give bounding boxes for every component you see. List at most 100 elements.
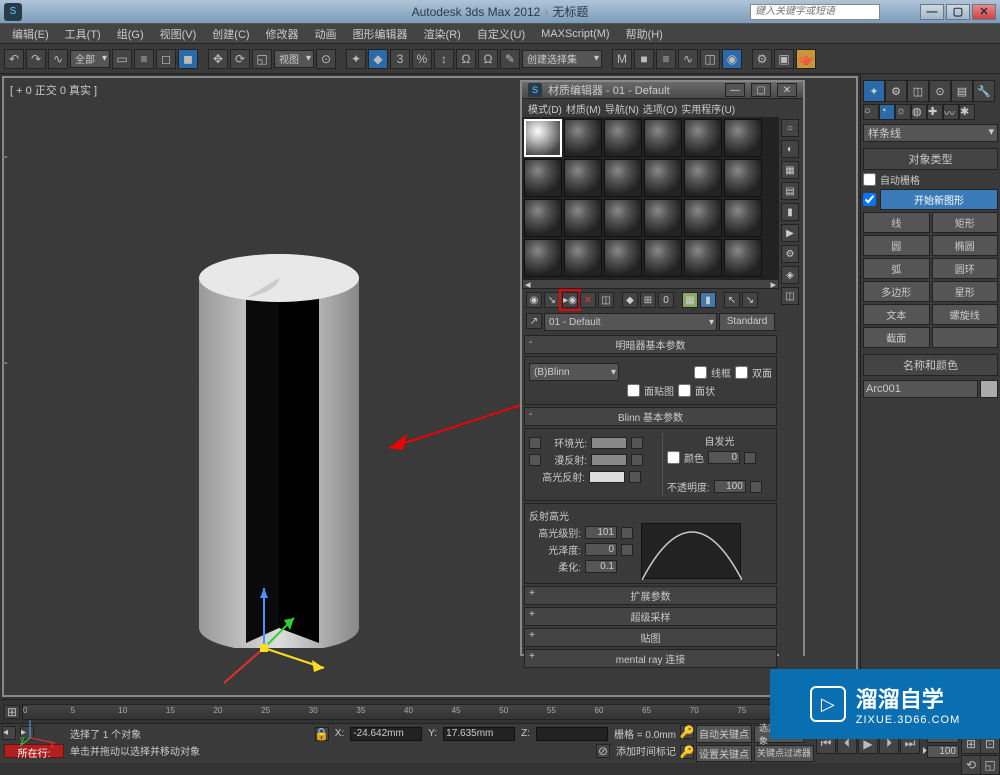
show-map-icon[interactable]: ▦	[682, 292, 698, 308]
align-icon[interactable]: ■	[634, 49, 654, 69]
material-slot-7[interactable]	[524, 159, 562, 197]
spec-level-map-button[interactable]	[621, 527, 633, 539]
shape-button-截面[interactable]: 截面	[863, 327, 930, 348]
select-name-icon[interactable]: ≡	[134, 49, 154, 69]
show-end-result-icon[interactable]: ▮	[700, 292, 716, 308]
select-by-mat-icon[interactable]: ◈	[781, 266, 799, 284]
select-icon[interactable]: ▭	[112, 49, 132, 69]
material-editor-icon[interactable]: ◉	[722, 49, 742, 69]
glossiness-spinner[interactable]: 0	[585, 543, 617, 556]
display-tab[interactable]: ▤	[951, 80, 973, 102]
diffuse-lock-icon[interactable]	[529, 454, 541, 466]
time-config-icon[interactable]: ⊞	[4, 705, 20, 719]
material-slot-18[interactable]	[724, 199, 762, 237]
autogrid-checkbox[interactable]	[863, 173, 876, 186]
start-new-shape-checkbox[interactable]	[863, 193, 876, 206]
spec-level-spinner[interactable]: 101	[585, 526, 617, 539]
minimize-button[interactable]: —	[725, 83, 745, 97]
material-id-icon[interactable]: 0	[658, 292, 674, 308]
make-unique-icon[interactable]: ◆	[622, 292, 638, 308]
z-coord-input[interactable]	[536, 727, 608, 741]
material-slot-10[interactable]	[644, 159, 682, 197]
material-slot-17[interactable]	[684, 199, 722, 237]
render-icon[interactable]: 🫖	[796, 49, 816, 69]
render-setup-icon[interactable]: ⚙	[752, 49, 772, 69]
edit-sel-icon[interactable]: ✎	[500, 49, 520, 69]
rect-select-icon[interactable]: ◻	[156, 49, 176, 69]
shape-button-线[interactable]: 线	[863, 212, 930, 233]
named-selection-combo[interactable]: 创建选择集	[522, 50, 602, 68]
opacity-map-button[interactable]	[750, 481, 762, 493]
background-icon[interactable]: ▦	[781, 161, 799, 179]
sample-type-icon[interactable]: ○	[781, 119, 799, 137]
object-name-input[interactable]: Arc001	[863, 380, 978, 398]
rotate-icon[interactable]: ⟳	[230, 49, 250, 69]
material-slot-24[interactable]	[724, 239, 762, 277]
rollout-name-color[interactable]: -名称和颜色	[863, 354, 998, 376]
material-slot-9[interactable]	[604, 159, 642, 197]
specular-map-button[interactable]	[629, 471, 641, 483]
menu-material[interactable]: 材质(M)	[566, 101, 601, 115]
lights-icon[interactable]: ☼	[895, 104, 911, 120]
menu-create[interactable]: 创建(C)	[206, 24, 255, 44]
shape-button-圆[interactable]: 圆	[863, 235, 930, 256]
create-tab[interactable]: ✦	[863, 80, 885, 102]
hierarchy-tab[interactable]: ◫	[907, 80, 929, 102]
shape-button-圆环[interactable]: 圆环	[932, 258, 999, 279]
shader-combo[interactable]: (B)Blinn	[529, 363, 619, 381]
material-slot-5[interactable]	[684, 119, 722, 157]
video-color-icon[interactable]: ▮	[781, 203, 799, 221]
material-slot-12[interactable]	[724, 159, 762, 197]
material-slot-1[interactable]	[524, 119, 562, 157]
material-slot-14[interactable]	[564, 199, 602, 237]
rollout-blinn-basic[interactable]: -Blinn 基本参数	[524, 407, 777, 426]
go-to-parent-icon[interactable]: ↖	[724, 292, 740, 308]
snap-icon[interactable]: ◆	[368, 49, 388, 69]
reset-icon[interactable]: ✕	[580, 292, 596, 308]
undo-icon[interactable]: ↶	[4, 49, 24, 69]
scale-icon[interactable]: ◱	[252, 49, 272, 69]
link-icon[interactable]: ∿	[48, 49, 68, 69]
menu-render[interactable]: 渲染(R)	[418, 24, 467, 44]
material-slot-2[interactable]	[564, 119, 602, 157]
window-crossing-icon[interactable]: ◼	[178, 49, 198, 69]
key-mode-icon[interactable]: 🔑	[680, 725, 694, 739]
helpers-icon[interactable]: ✚	[927, 104, 943, 120]
diffuse-map-button[interactable]	[631, 454, 643, 466]
material-editor-titlebar[interactable]: S 材质编辑器 - 01 - Default — ▢ ✕	[522, 82, 803, 99]
sample-uv-icon[interactable]: ▤	[781, 182, 799, 200]
material-slot-6[interactable]	[724, 119, 762, 157]
modify-tab[interactable]: ⚙	[885, 80, 907, 102]
start-new-shape-button[interactable]: 开始新图形	[880, 189, 998, 210]
menu-graph[interactable]: 图形编辑器	[347, 24, 414, 44]
make-preview-icon[interactable]: ▶	[781, 224, 799, 242]
assign-to-selection-icon[interactable]: ▸◉	[562, 292, 578, 308]
time-tag-icon[interactable]: ⊘	[596, 744, 610, 758]
menu-modes[interactable]: 模式(D)	[528, 101, 562, 115]
menu-edit[interactable]: 编辑(E)	[6, 24, 55, 44]
specular-swatch[interactable]	[589, 471, 625, 483]
opacity-spinner[interactable]: 100	[714, 480, 746, 493]
shape-button-椭圆[interactable]: 椭圆	[932, 235, 999, 256]
rollout-maps[interactable]: +贴图	[524, 628, 777, 647]
go-forward-icon[interactable]: ↘	[742, 292, 758, 308]
material-slot-23[interactable]	[684, 239, 722, 277]
magnet2-icon[interactable]: Ω	[478, 49, 498, 69]
material-editor-window[interactable]: S 材质编辑器 - 01 - Default — ▢ ✕ 模式(D) 材质(M)…	[520, 80, 805, 656]
diffuse-swatch[interactable]	[591, 454, 627, 466]
ambient-swatch[interactable]	[591, 437, 627, 449]
make-copy-icon[interactable]: ◫	[598, 292, 614, 308]
minimize-button[interactable]: —	[920, 4, 944, 20]
rollout-supersampling[interactable]: +超级采样	[524, 607, 777, 626]
menu-modifiers[interactable]: 修改器	[260, 24, 305, 44]
space-warps-icon[interactable]: 〰	[943, 104, 959, 120]
material-slot-15[interactable]	[604, 199, 642, 237]
spinner-snap-icon[interactable]: ↕	[434, 49, 454, 69]
layers-icon[interactable]: ≡	[656, 49, 676, 69]
redo-icon[interactable]: ↷	[26, 49, 46, 69]
rollout-shader-basic[interactable]: -明暗器基本参数	[524, 335, 777, 354]
menu-views[interactable]: 视图(V)	[154, 24, 203, 44]
add-time-tag[interactable]: 添加时间标记	[616, 743, 676, 758]
material-type-button[interactable]: Standard	[719, 313, 775, 331]
close-button[interactable]: ✕	[972, 4, 996, 20]
